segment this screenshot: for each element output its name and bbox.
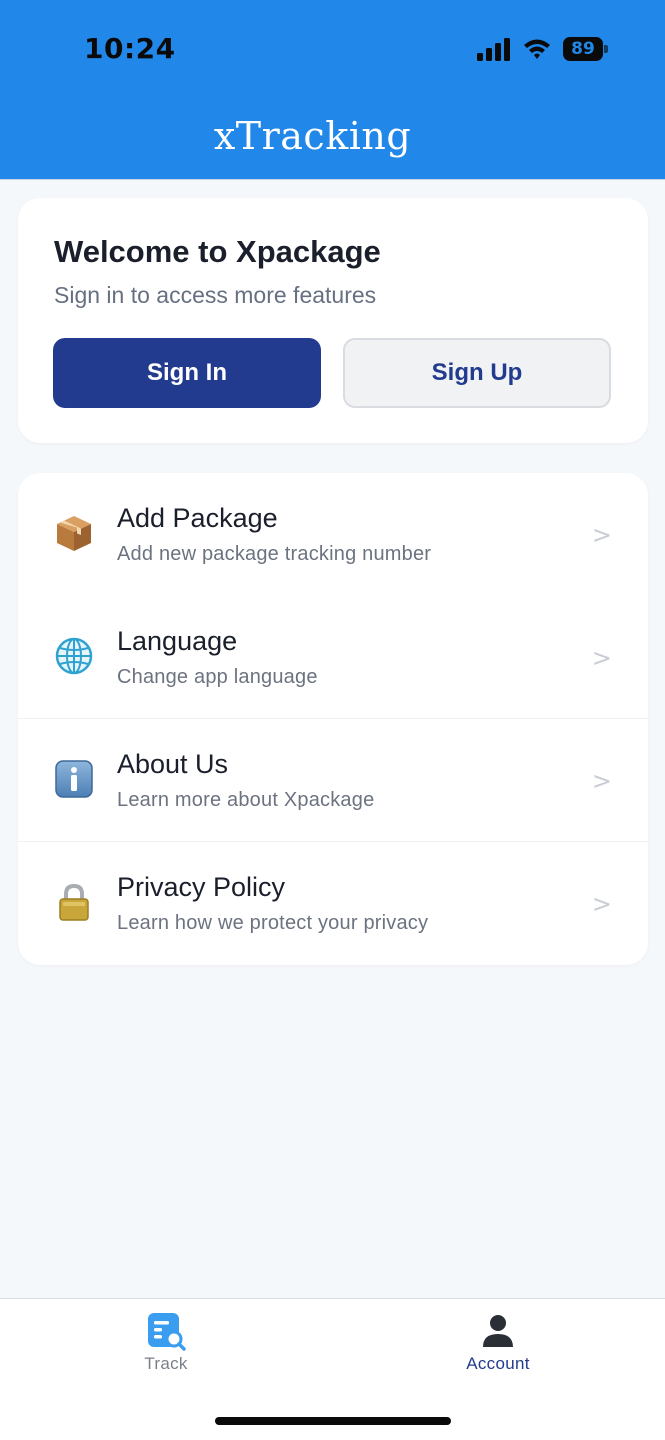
signal-icon xyxy=(477,38,510,61)
app-header: 10:24 89 xTracking xyxy=(0,0,665,180)
chevron-right-icon: > xyxy=(591,521,612,549)
track-icon xyxy=(148,1313,186,1351)
status-time: 10:24 xyxy=(84,32,176,65)
menu-item-subtitle: Learn more about Xpackage xyxy=(117,789,375,811)
menu-item-title: About Us xyxy=(117,749,229,779)
package-icon xyxy=(57,516,91,551)
welcome-card: Welcome to Xpackage Sign in to access mo… xyxy=(18,198,648,443)
battery-tip xyxy=(604,45,608,53)
chevron-right-icon: > xyxy=(591,644,612,672)
tab-account[interactable]: Account xyxy=(418,1309,578,1381)
wifi-icon xyxy=(524,39,550,59)
welcome-subtitle: Sign in to access more features xyxy=(54,282,377,308)
menu-item-subtitle: Change app language xyxy=(117,666,318,688)
menu-item-title: Privacy Policy xyxy=(117,872,286,902)
menu-item-subtitle: Learn how we protect your privacy xyxy=(117,912,429,934)
lock-icon xyxy=(59,883,89,921)
account-screen: 10:24 89 xTracking Welcome to Xpackage S… xyxy=(0,0,665,1440)
sign-up-button[interactable]: Sign Up xyxy=(343,338,611,408)
settings-menu: Add Package Add new package tracking num… xyxy=(18,473,648,965)
welcome-title: Welcome to Xpackage xyxy=(54,234,381,269)
tab-label: Track xyxy=(144,1354,188,1373)
home-indicator xyxy=(215,1417,451,1425)
battery-icon: 89 xyxy=(563,37,608,61)
sign-in-button[interactable]: Sign In xyxy=(53,338,321,408)
menu-item-language[interactable]: Language Change app language > xyxy=(18,596,648,719)
menu-item-title: Language xyxy=(117,626,238,656)
account-icon xyxy=(483,1315,513,1347)
chevron-right-icon: > xyxy=(591,767,612,795)
menu-item-privacy-policy[interactable]: Privacy Policy Learn how we protect your… xyxy=(18,842,648,965)
battery-level: 89 xyxy=(563,37,603,61)
tab-label: Account xyxy=(466,1354,530,1373)
info-icon xyxy=(55,760,93,798)
menu-item-add-package[interactable]: Add Package Add new package tracking num… xyxy=(18,473,648,596)
app-title: xTracking xyxy=(213,114,412,158)
globe-icon xyxy=(55,637,93,675)
menu-item-title: Add Package xyxy=(117,503,278,533)
tab-track[interactable]: Track xyxy=(86,1309,246,1381)
chevron-right-icon: > xyxy=(591,890,612,918)
menu-item-about-us[interactable]: About Us Learn more about Xpackage > xyxy=(18,719,648,842)
menu-item-subtitle: Add new package tracking number xyxy=(117,543,432,565)
